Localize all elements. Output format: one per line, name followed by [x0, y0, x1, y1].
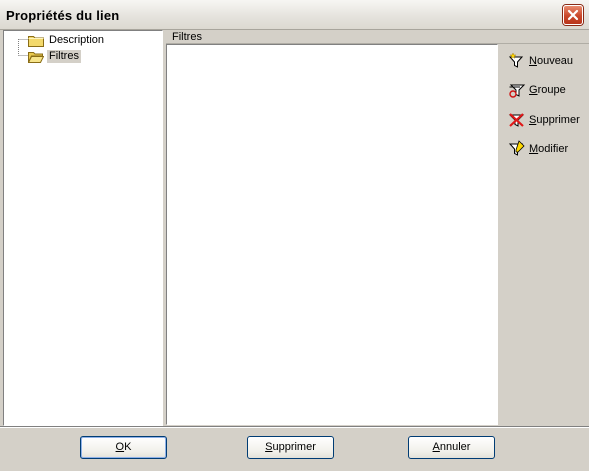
- group-filter-icon: [509, 84, 526, 98]
- filters-section-header: Filtres: [166, 30, 589, 44]
- new-filter-icon: [508, 52, 524, 68]
- title-bar[interactable]: Propriétés du lien: [0, 0, 589, 30]
- new-filter-label: Nouveau: [529, 55, 574, 67]
- cancel-button[interactable]: Annuler: [408, 436, 495, 459]
- tree-item-filtres[interactable]: Filtres: [28, 49, 81, 63]
- group-filter-label: Groupe: [529, 84, 566, 96]
- delete-filter-icon: [508, 113, 525, 127]
- tree-item-label: Filtres: [47, 49, 81, 63]
- tree-item-description[interactable]: Description: [28, 33, 106, 47]
- delete-filter-label: Supprimer: [529, 114, 580, 126]
- window-title: Propriétés du lien: [6, 8, 120, 23]
- folder-open-icon: [28, 51, 44, 63]
- edit-filter-label: Modifier: [529, 143, 569, 155]
- close-button[interactable]: [563, 5, 583, 25]
- group-filter-button[interactable]: Groupe: [508, 81, 566, 99]
- delete-button[interactable]: Supprimer: [247, 436, 334, 459]
- folder-icon: [28, 35, 44, 47]
- delete-filter-button[interactable]: Supprimer: [508, 111, 580, 129]
- filters-header-label: Filtres: [172, 31, 202, 43]
- edit-filter-icon: [508, 140, 525, 156]
- edit-filter-button[interactable]: Modifier: [508, 140, 568, 158]
- ok-button[interactable]: OK: [80, 436, 167, 459]
- close-icon: [567, 9, 579, 21]
- new-filter-button[interactable]: Nouveau: [508, 52, 573, 70]
- tree-item-label: Description: [49, 33, 105, 46]
- navigation-tree[interactable]: Description Filtres: [3, 30, 163, 426]
- footer-divider: [0, 426, 589, 428]
- filters-list[interactable]: [166, 44, 498, 425]
